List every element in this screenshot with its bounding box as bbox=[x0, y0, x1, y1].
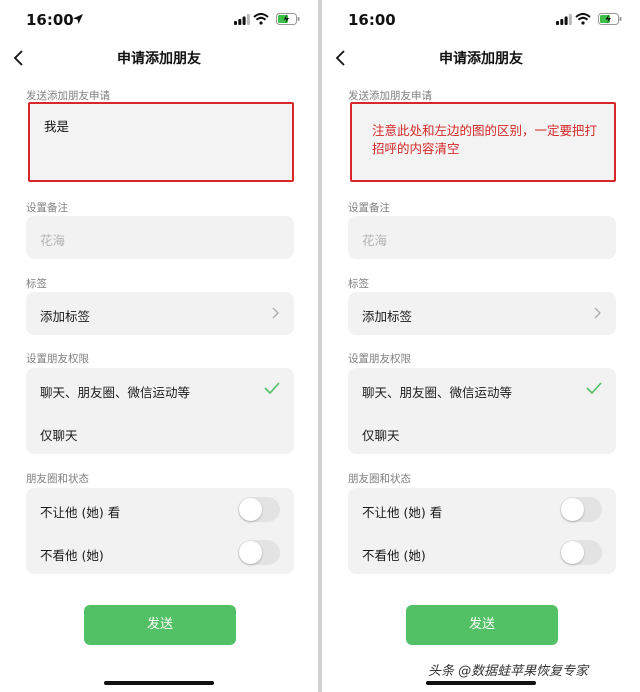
greeting-label: 发送添加朋友申请 bbox=[348, 90, 432, 102]
add-tag-row[interactable]: 添加标签 bbox=[348, 292, 616, 335]
hide-their-moments-toggle[interactable] bbox=[560, 540, 602, 565]
remark-label: 设置备注 bbox=[348, 202, 390, 214]
toggle-row-hide-their-moments: 不看他 (她) bbox=[26, 531, 294, 574]
checkmark-icon bbox=[264, 382, 280, 394]
hide-my-moments-toggle[interactable] bbox=[238, 497, 280, 522]
send-button[interactable]: 发送 bbox=[84, 605, 236, 645]
signal-icon bbox=[556, 14, 572, 25]
wifi-icon bbox=[575, 13, 591, 25]
status-time: 16:00 bbox=[26, 11, 74, 29]
toggle-row-hide-my-moments: 不让他 (她) 看 bbox=[26, 488, 294, 531]
permission-option-all-label: 聊天、朋友圈、微信运动等 bbox=[40, 385, 191, 400]
hide-their-moments-toggle[interactable] bbox=[238, 540, 280, 565]
home-indicator bbox=[104, 681, 214, 685]
battery-charging-icon bbox=[276, 13, 300, 25]
moments-label: 朋友圈和状态 bbox=[348, 473, 411, 485]
toggle-label-hide-their-moments: 不看他 (她) bbox=[362, 548, 426, 563]
permissions-label: 设置朋友权限 bbox=[26, 353, 89, 365]
permission-option-chat-only[interactable]: 仅聊天 bbox=[348, 411, 616, 454]
remark-placeholder: 花海 bbox=[40, 233, 66, 248]
toggle-label-hide-their-moments: 不看他 (她) bbox=[40, 548, 104, 563]
signal-icon bbox=[234, 14, 250, 25]
permission-option-chat-only-label: 仅聊天 bbox=[362, 428, 400, 443]
wifi-icon bbox=[253, 13, 269, 25]
greeting-text: 我是 bbox=[44, 119, 70, 134]
right-screen: 16:00 申请添加朋友 发送添加朋友申请 注意此处和左边的图的区别，一定要把打… bbox=[322, 0, 640, 692]
greeting-input[interactable]: 注意此处和左边的图的区别，一定要把打招呼的内容清空 bbox=[350, 102, 616, 182]
tags-label: 标签 bbox=[348, 278, 369, 290]
send-button[interactable]: 发送 bbox=[406, 605, 558, 645]
permission-option-chat-only[interactable]: 仅聊天 bbox=[26, 411, 294, 454]
home-indicator bbox=[426, 681, 536, 685]
greeting-label: 发送添加朋友申请 bbox=[26, 90, 110, 102]
permissions-label: 设置朋友权限 bbox=[348, 353, 411, 365]
checkmark-icon bbox=[586, 382, 602, 394]
status-time: 16:00 bbox=[348, 11, 396, 29]
remark-placeholder: 花海 bbox=[362, 233, 388, 248]
permission-option-chat-only-label: 仅聊天 bbox=[40, 428, 78, 443]
add-tag-label: 添加标签 bbox=[362, 309, 413, 324]
toggle-label-hide-my-moments: 不让他 (她) 看 bbox=[40, 505, 121, 520]
remark-label: 设置备注 bbox=[26, 202, 68, 214]
permission-option-all[interactable]: 聊天、朋友圈、微信运动等 bbox=[348, 368, 616, 411]
chevron-right-icon bbox=[272, 307, 279, 319]
moments-group: 不让他 (她) 看 不看他 (她) bbox=[26, 488, 294, 574]
page-title: 申请添加朋友 bbox=[439, 51, 523, 67]
moments-group: 不让他 (她) 看 不看他 (她) bbox=[348, 488, 616, 574]
greeting-input[interactable]: 我是 bbox=[28, 102, 294, 182]
permissions-group: 聊天、朋友圈、微信运动等 仅聊天 bbox=[348, 368, 616, 454]
toggle-row-hide-their-moments: 不看他 (她) bbox=[348, 531, 616, 574]
add-tag-label: 添加标签 bbox=[40, 309, 91, 324]
chevron-right-icon bbox=[594, 307, 601, 319]
location-arrow-icon bbox=[73, 14, 83, 24]
toggle-label-hide-my-moments: 不让他 (她) 看 bbox=[362, 505, 443, 520]
battery-charging-icon bbox=[598, 13, 622, 25]
status-bar: 16:00 bbox=[322, 0, 640, 40]
toggle-row-hide-my-moments: 不让他 (她) 看 bbox=[348, 488, 616, 531]
tags-label: 标签 bbox=[26, 278, 47, 290]
remark-input[interactable]: 花海 bbox=[26, 216, 294, 259]
status-bar: 16:00 bbox=[0, 0, 318, 40]
watermark-text: 头条 @数据蛙苹果恢复专家 bbox=[428, 664, 589, 679]
page-title: 申请添加朋友 bbox=[117, 51, 201, 67]
hide-my-moments-toggle[interactable] bbox=[560, 497, 602, 522]
add-tag-row[interactable]: 添加标签 bbox=[26, 292, 294, 335]
remark-input[interactable]: 花海 bbox=[348, 216, 616, 259]
nav-bar: 申请添加朋友 bbox=[0, 40, 318, 76]
permission-option-all-label: 聊天、朋友圈、微信运动等 bbox=[362, 385, 513, 400]
moments-label: 朋友圈和状态 bbox=[26, 473, 89, 485]
nav-bar: 申请添加朋友 bbox=[322, 40, 640, 76]
permission-option-all[interactable]: 聊天、朋友圈、微信运动等 bbox=[26, 368, 294, 411]
greeting-annotation-text: 注意此处和左边的图的区别，一定要把打招呼的内容清空 bbox=[372, 123, 598, 156]
left-screen: 16:00 申请添加朋友 发送添加朋友申请 我是 设置备注 花海 标签 添加标签… bbox=[0, 0, 318, 692]
permissions-group: 聊天、朋友圈、微信运动等 仅聊天 bbox=[26, 368, 294, 454]
